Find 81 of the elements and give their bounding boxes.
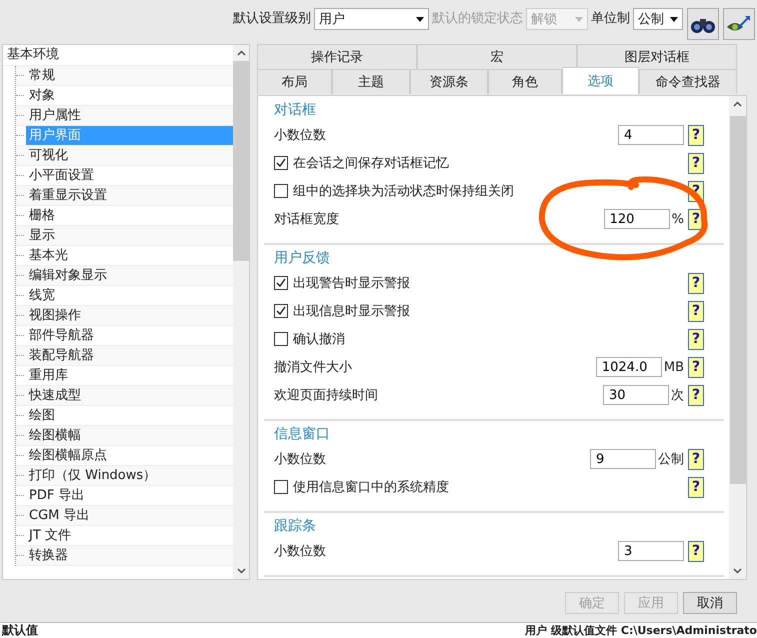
unit-label: %: [670, 212, 684, 226]
field-label: 小数位数: [274, 127, 326, 144]
field-label: 单位制: [591, 10, 630, 28]
checkbox-label: 使用信息窗口中的系统精度: [293, 479, 449, 496]
checkbox[interactable]: [274, 276, 288, 290]
tree-item[interactable]: 小平面设置: [26, 166, 233, 185]
caret-icon: [575, 16, 583, 22]
scrollbar-thumb[interactable]: [730, 116, 746, 484]
help-button[interactable]: ?: [688, 300, 704, 322]
field-label: 小数位数: [274, 451, 326, 468]
eye-arrow-button[interactable]: [723, 8, 755, 40]
binoculars-button[interactable]: [687, 8, 719, 40]
tree-item[interactable]: 对象: [26, 86, 233, 105]
tab[interactable]: 选项: [562, 67, 639, 94]
unit-label: MB: [662, 360, 684, 374]
input-field[interactable]: 3: [618, 541, 684, 561]
input-field[interactable]: 9: [590, 449, 656, 469]
help-button[interactable]: ?: [688, 540, 704, 562]
input-field[interactable]: 4: [618, 125, 684, 145]
checkbox[interactable]: [274, 304, 288, 318]
dropdown[interactable]: 用户: [314, 8, 429, 30]
checkbox-label: 在会话之间保存对话框记忆: [293, 155, 449, 172]
dropdown[interactable]: 公制: [633, 8, 683, 30]
checkbox[interactable]: [274, 156, 288, 170]
checkbox-label: 出现信息时显示警报: [293, 303, 410, 320]
input-field[interactable]: 30: [603, 385, 669, 405]
field-label: 撤消文件大小: [274, 359, 352, 376]
scroll-up-icon: [236, 50, 246, 56]
tree-item[interactable]: 部件导航器: [26, 326, 233, 345]
checkbox[interactable]: [274, 332, 288, 346]
scrollbar-thumb[interactable]: [233, 61, 249, 261]
checkbox[interactable]: [274, 184, 288, 198]
scroll-down-icon: [236, 568, 246, 574]
tab[interactable]: 命令查找器: [639, 69, 737, 94]
caret-icon: [416, 16, 424, 22]
checkbox-label: 确认撤消: [293, 331, 345, 348]
tab[interactable]: 角色: [488, 69, 562, 94]
help-button[interactable]: ?: [688, 328, 704, 350]
tree-item[interactable]: 绘图: [26, 406, 233, 425]
tree-item[interactable]: 线宽: [26, 286, 233, 305]
tab[interactable]: 操作记录: [257, 44, 417, 69]
scroll-down-icon: [733, 568, 742, 574]
unit-label: 次: [670, 387, 684, 404]
help-button[interactable]: ?: [688, 476, 704, 498]
tab[interactable]: 宏: [417, 44, 577, 69]
tree-item[interactable]: 栅格: [26, 206, 233, 225]
caret-icon: [670, 16, 678, 22]
section-title: 跟踪条: [273, 517, 317, 536]
field-label: 默认设置级别: [233, 10, 311, 28]
scroll-up-icon: [733, 101, 742, 107]
checkbox-label: 出现警告时显示警报: [293, 275, 410, 292]
tree-item[interactable]: JT 文件: [26, 526, 233, 545]
tab[interactable]: 布局: [257, 69, 332, 94]
section-title: 对话框: [273, 101, 317, 120]
checkbox[interactable]: [274, 480, 288, 494]
checkbox-label: 组中的选择块为活动状态时保持组关闭: [293, 183, 514, 200]
section-title: 用户反馈: [273, 249, 331, 268]
input-field[interactable]: 120: [604, 209, 670, 229]
tree-item[interactable]: PDF 导出: [26, 486, 233, 505]
tree-item[interactable]: 基本光: [26, 246, 233, 265]
tab[interactable]: 主题: [332, 69, 410, 94]
tree-item[interactable]: 绘图横幅原点: [26, 446, 233, 465]
tab[interactable]: 资源条: [410, 69, 488, 94]
help-button[interactable]: ?: [688, 124, 704, 146]
status-text: 用户 级默认值文件 C:\Users\Administrato: [525, 623, 757, 638]
section-title: 信息窗口: [273, 425, 331, 444]
help-button[interactable]: ?: [688, 152, 704, 174]
field-label: 欢迎页面持续时间: [274, 387, 378, 404]
tree-item[interactable]: 重用库: [26, 366, 233, 385]
field-label: 小数位数: [274, 543, 326, 560]
help-button[interactable]: ?: [688, 272, 704, 294]
field-label: 默认的锁定状态: [432, 10, 523, 28]
status-text: 默认值: [0, 623, 38, 638]
help-button[interactable]: ?: [688, 448, 704, 470]
help-button[interactable]: ?: [688, 384, 704, 406]
dialog-button[interactable]: 取消: [683, 592, 737, 614]
tab[interactable]: 图层对话框: [577, 44, 737, 69]
field-label: 对话框宽度: [274, 211, 339, 228]
help-button[interactable]: ?: [688, 356, 704, 378]
input-field[interactable]: 1024.0: [596, 357, 662, 377]
unit-label: 公制: [657, 451, 684, 468]
